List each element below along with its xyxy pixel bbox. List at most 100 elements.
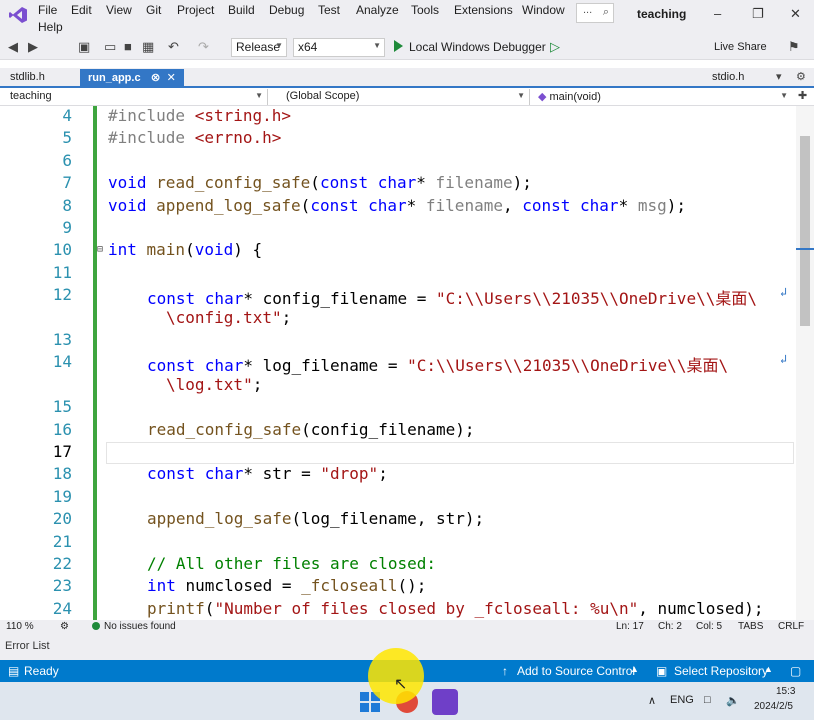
minimize-icon[interactable]: – [714,6,721,21]
live-share-button[interactable]: Live Share [714,41,767,53]
menu-edit[interactable]: Edit [71,3,92,17]
chevron-up-icon: ▲ [764,664,773,674]
open-folder-icon[interactable]: ▭ [104,39,116,55]
member-dropdown[interactable]: ◆ main(void) ▼ [534,89,792,105]
code-line-wrapped: \log.txt"; [166,375,263,394]
menu-file[interactable]: File [38,3,57,17]
pin-icon[interactable]: ⭙ [152,73,160,84]
language-indicator[interactable]: ENG [670,694,694,706]
menu-help[interactable]: Help [38,20,63,34]
scrollbar-thumb[interactable] [800,136,810,326]
notifications-icon[interactable]: ▢ [790,664,801,678]
line-number: 13 [52,330,72,349]
configuration-select[interactable]: Release ▼ [231,38,287,57]
column-indicator[interactable]: Col: 5 [696,621,722,632]
network-icon[interactable]: □ [704,694,711,706]
code-line-current: 17 [0,442,795,464]
search-box[interactable]: ... ⌕ [576,3,614,23]
menu-window[interactable]: Window [522,3,565,17]
visual-studio-taskbar-icon[interactable] [432,689,458,715]
settings-icon[interactable]: ⚙ [796,70,806,83]
start-debugging-icon[interactable] [394,40,403,52]
menu-project[interactable]: Project [177,3,214,17]
menu-test[interactable]: Test [318,3,340,17]
document-tabs: stdlib.h run_app.c ⭙ ✕ stdio.h ▾ ⚙ [0,68,814,88]
close-icon[interactable]: ✕ [790,6,801,22]
menu-bar: File Edit View Git Project Build Debug T… [0,0,814,36]
menu-debug[interactable]: Debug [269,3,304,17]
code-line: 18 const char* str = "drop"; [0,464,795,486]
line-number: 8 [62,196,72,215]
project-dropdown[interactable]: teaching ▼ [6,89,268,105]
feedback-icon[interactable]: ⚑ [788,39,800,55]
start-without-debugging-icon[interactable]: ▷ [550,39,560,55]
code-line: 6 [0,151,795,173]
project-value: teaching [10,90,52,102]
maximize-icon[interactable]: ❐ [752,6,764,22]
clock-time[interactable]: 15:3 [776,686,795,697]
menu-git[interactable]: Git [146,3,161,17]
repository-icon: ▣ [656,664,668,678]
chevron-down-icon: ▼ [517,91,525,100]
menu-view[interactable]: View [106,3,132,17]
save-all-icon[interactable]: ▦ [142,39,154,55]
line-indicator[interactable]: Ln: 17 [616,621,644,632]
error-list-tab[interactable]: Error List [5,640,50,652]
line-number: 6 [62,151,72,170]
code-editor[interactable]: 4 #include <string.h> 5 #include <errno.… [0,106,814,620]
start-debugging-button[interactable]: Local Windows Debugger [409,40,546,54]
new-project-icon[interactable]: ▣ [78,39,90,55]
collapse-icon[interactable]: ⊟ [97,244,103,255]
line-number: 23 [52,576,72,595]
split-editor-icon[interactable]: ✚ [798,89,807,102]
redo-icon[interactable]: ↷ [198,39,209,55]
tab-label: stdlib.h [10,71,45,83]
tab-list-icon[interactable]: ▾ [776,70,782,83]
chevron-up-icon: ▲ [630,664,639,674]
word-wrap-icon: ↲ [780,352,788,366]
scope-dropdown[interactable]: (Global Scope) ▼ [282,89,530,105]
tab-run-app-c[interactable]: run_app.c ⭙ ✕ [80,69,184,88]
tab-label: run_app.c [88,72,141,84]
char-indicator[interactable]: Ch: 2 [658,621,682,632]
close-tab-icon[interactable]: ✕ [167,72,176,84]
chevron-up-icon[interactable]: ∧ [648,694,656,707]
save-icon[interactable]: ■ [124,39,132,54]
cube-icon: ◆ [538,91,550,103]
code-line: 11 [0,263,795,285]
configuration-value: Release [236,40,281,54]
zoom-level[interactable]: 110 % [6,621,34,632]
vertical-scrollbar[interactable] [796,106,814,620]
select-repository[interactable]: Select Repository [674,664,768,678]
add-to-source-control[interactable]: Add to Source Control [517,664,635,678]
chevron-down-icon: ▼ [373,41,381,50]
clock-date[interactable]: 2024/2/5 [754,701,793,712]
undo-icon[interactable]: ↶ [168,39,179,55]
chevron-down-icon: ▼ [275,41,283,50]
chevron-down-icon: ▼ [255,91,263,100]
indent-mode[interactable]: TABS [738,621,763,632]
code-line: 15 [0,397,795,419]
ready-icon: ▤ [8,664,20,678]
platform-select[interactable]: x64 ▼ [293,38,385,57]
menu-build[interactable]: Build [228,3,255,17]
navigation-bar: teaching ▼ (Global Scope) ▼ ◆ main(void)… [0,88,814,106]
forward-icon[interactable]: ▶ [28,39,38,55]
code-line: 13 [0,330,795,352]
line-ending[interactable]: CRLF [778,621,804,632]
volume-icon[interactable]: 🔈 [726,694,740,707]
code-line: 4 #include <string.h> [0,106,795,128]
code-line: 14 const char* log_filename = "C:\\Users… [0,352,795,375]
code-line: 5 #include <errno.h> [0,128,795,150]
menu-analyze[interactable]: Analyze [356,3,399,17]
code-line: 10 ⊟ int main(void) { [0,240,795,262]
tab-stdlib-h[interactable]: stdlib.h [2,69,53,88]
tab-stdio-h[interactable]: stdio.h [704,69,752,88]
back-icon[interactable]: ◀ [8,39,18,55]
menu-extensions[interactable]: Extensions [454,3,513,17]
menu-tools[interactable]: Tools [411,3,439,17]
search-icon: ⌕ [602,6,609,18]
line-number: 12 [52,285,72,304]
issues-indicator[interactable]: No issues found [92,621,176,632]
editor-status-strip: 110 % ⚙ No issues found Ln: 17 Ch: 2 Col… [0,620,814,634]
